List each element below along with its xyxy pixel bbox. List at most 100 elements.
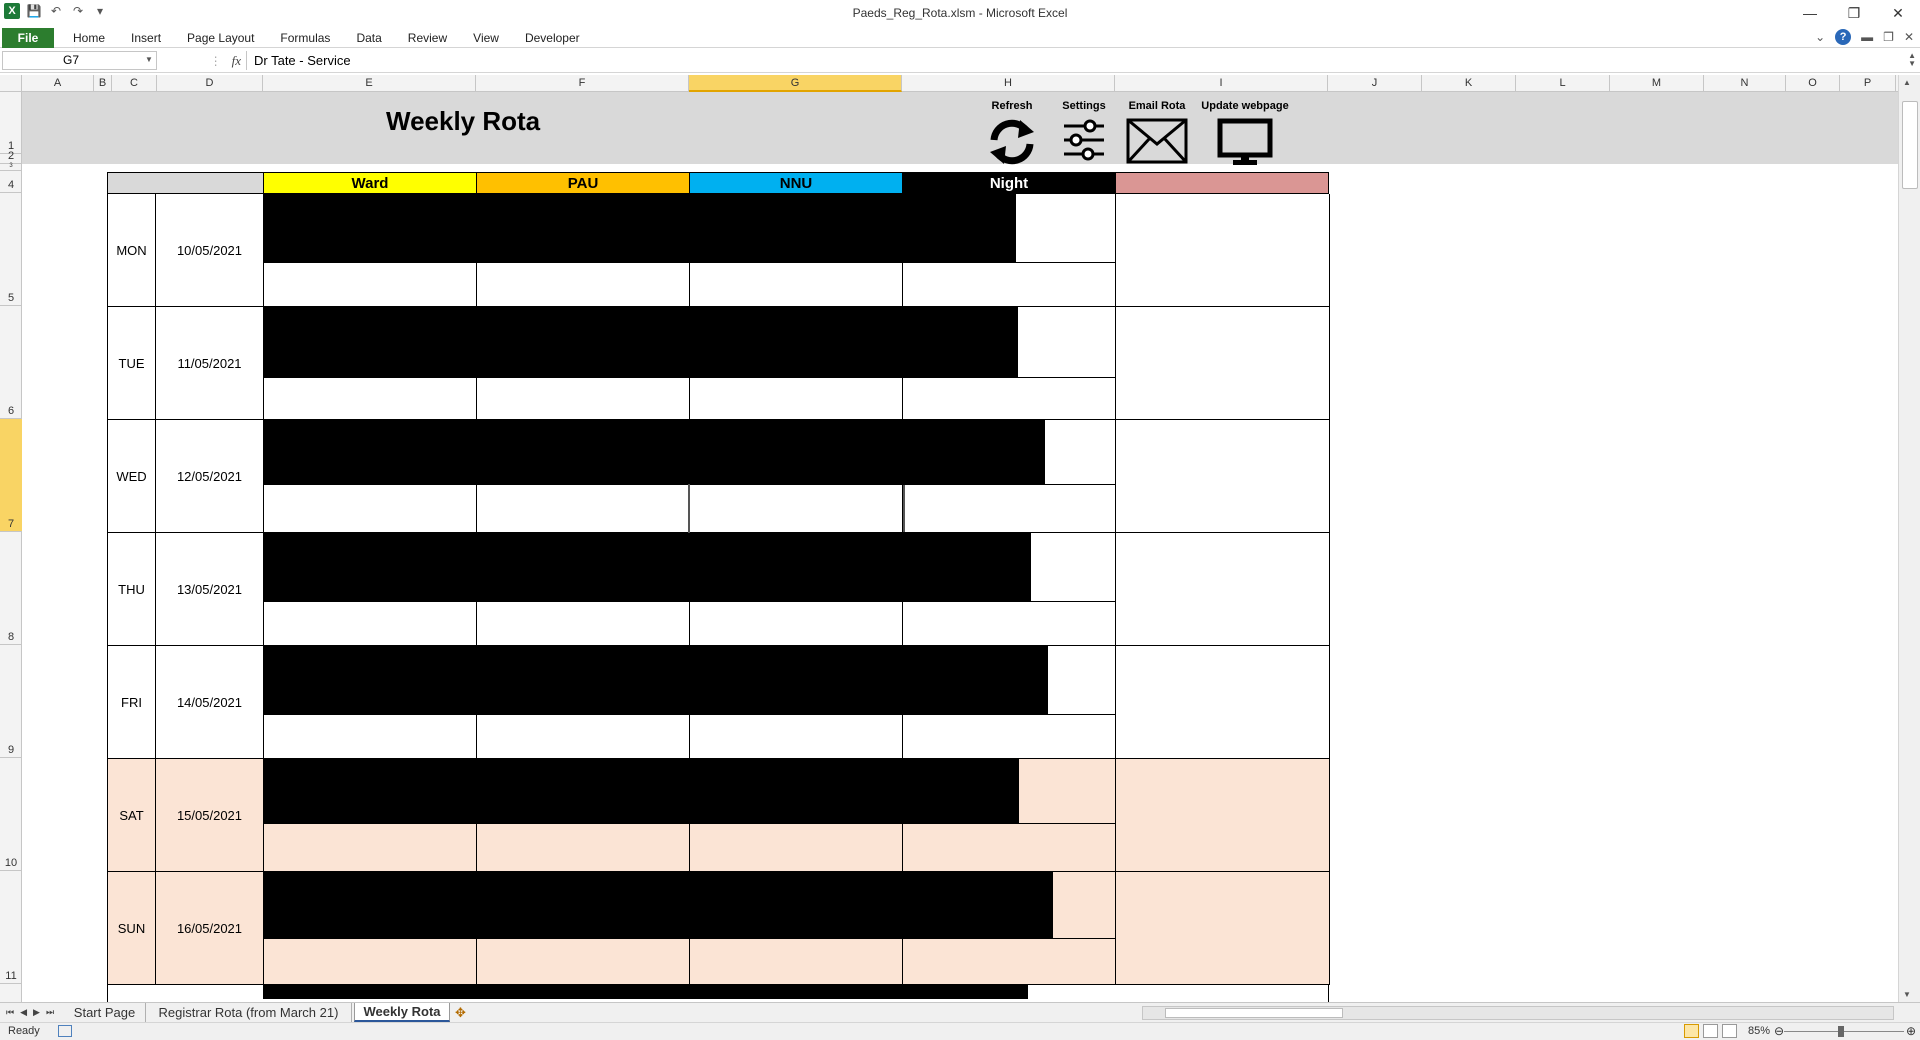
notes-cell[interactable] [1116,420,1330,533]
notes-cell[interactable] [1116,533,1330,646]
column-header-f[interactable]: F [476,75,689,92]
day-cell[interactable]: MON [108,194,156,307]
scroll-up-icon[interactable]: ▲ [1903,78,1911,87]
sheet-tab-start-page[interactable]: Start Page [64,1003,146,1022]
shift-cell[interactable] [903,823,1116,872]
column-header-h[interactable]: H [902,75,1115,92]
day-cell[interactable]: WED [108,420,156,533]
horizontal-scrollbar[interactable] [1142,1006,1894,1020]
header-nnu[interactable]: NNU [689,172,903,194]
shift-cell[interactable] [264,377,477,420]
zoom-level[interactable]: 85% [1748,1025,1770,1037]
column-header-a[interactable]: A [22,75,94,92]
shift-cell[interactable] [903,714,1116,759]
shift-cell[interactable] [690,601,903,646]
sheet-tab-weekly-rota[interactable]: Weekly Rota [354,1003,450,1022]
name-box-dropdown-icon[interactable]: ▼ [145,55,153,64]
column-header-n[interactable]: N [1704,75,1786,92]
row-header-11[interactable]: 11 [0,871,22,984]
row-header-4[interactable]: 4 [0,171,22,193]
shift-cell[interactable] [477,714,690,759]
shift-cell[interactable] [264,823,477,872]
shift-cell[interactable] [477,823,690,872]
formula-input[interactable]: Dr Tate - Service [246,51,1886,70]
shift-cell[interactable] [688,482,905,535]
row-header-8[interactable]: 8 [0,532,22,645]
shift-cell[interactable] [477,601,690,646]
first-sheet-icon[interactable]: ⏮ [6,1007,14,1018]
scroll-down-icon[interactable]: ▼ [1903,990,1911,999]
shift-cell[interactable] [477,377,690,420]
shift-cell[interactable] [903,262,1116,307]
shift-cell[interactable] [690,823,903,872]
ribbon-collapse-icon[interactable]: ⌄ [1815,30,1825,44]
day-cell[interactable]: SUN [108,872,156,985]
restore-button[interactable]: ❐ [1832,0,1876,26]
column-header-o[interactable]: O [1786,75,1840,92]
tab-developer[interactable]: Developer [512,31,593,45]
row-header-1[interactable]: 1 [0,92,22,154]
formula-bar-expand-icon[interactable]: ▲ ▼ [1908,52,1916,68]
shift-cell[interactable] [477,484,690,533]
column-header-m[interactable]: M [1610,75,1704,92]
page-break-view-button[interactable] [1722,1024,1737,1038]
header-pau[interactable]: PAU [476,172,690,194]
row-header-10[interactable]: 10 [0,758,22,871]
row-header-9[interactable]: 9 [0,645,22,758]
column-header-l[interactable]: L [1516,75,1610,92]
sheet-tab-registrar-rota[interactable]: Registrar Rota (from March 21) [146,1003,352,1022]
tab-insert[interactable]: Insert [118,31,174,45]
day-cell[interactable]: THU [108,533,156,646]
vertical-scroll-thumb[interactable] [1902,101,1918,189]
notes-cell[interactable] [1116,759,1330,872]
day-cell[interactable]: FRI [108,646,156,759]
zoom-in-icon[interactable]: ⊕ [1906,1024,1916,1038]
zoom-out-icon[interactable]: ⊖ [1774,1024,1784,1038]
workbook-restore-icon[interactable]: ❐ [1883,30,1894,44]
date-cell[interactable]: 15/05/2021 [156,759,264,872]
date-cell[interactable]: 12/05/2021 [156,420,264,533]
notes-cell[interactable] [1116,194,1330,307]
tab-formulas[interactable]: Formulas [267,31,343,45]
column-header-d[interactable]: D [157,75,263,92]
row-header-7[interactable]: 7 [0,419,22,532]
shift-cell[interactable] [477,262,690,307]
date-cell[interactable]: 16/05/2021 [156,872,264,985]
insert-sheet-icon[interactable]: ✥ [455,1005,466,1021]
shift-cell[interactable] [903,938,1116,985]
notes-cell[interactable] [1116,872,1330,985]
header-ward[interactable]: Ward [263,172,477,194]
insert-function-icon[interactable]: fx [232,53,241,69]
minimize-button[interactable]: — [1788,0,1832,26]
name-box[interactable]: G7 [2,51,157,70]
prev-sheet-icon[interactable]: ◀ [20,1007,27,1018]
date-cell[interactable]: 14/05/2021 [156,646,264,759]
column-header-j[interactable]: J [1328,75,1422,92]
tab-review[interactable]: Review [395,31,460,45]
zoom-slider[interactable] [1784,1031,1904,1032]
column-header-g[interactable]: G [689,75,902,92]
shift-cell[interactable] [903,601,1116,646]
row-header-6[interactable]: 6 [0,306,22,419]
date-cell[interactable]: 11/05/2021 [156,307,264,420]
normal-view-button[interactable] [1684,1024,1699,1038]
header-blank-cell[interactable] [107,172,264,194]
column-header-b[interactable]: B [94,75,112,92]
shift-cell[interactable] [903,377,1116,420]
day-cell[interactable]: TUE [108,307,156,420]
shift-cell[interactable] [264,714,477,759]
close-button[interactable]: ✕ [1876,0,1920,26]
row-header-5[interactable]: 5 [0,193,22,306]
column-header-e[interactable]: E [263,75,476,92]
vertical-scrollbar[interactable]: ▲ ▼ [1898,75,1920,1002]
notes-cell[interactable] [1116,307,1330,420]
date-cell[interactable]: 13/05/2021 [156,533,264,646]
workbook-close-icon[interactable]: ✕ [1904,30,1914,44]
notes-cell[interactable] [1116,646,1330,759]
date-cell[interactable]: 10/05/2021 [156,194,264,307]
settings-button[interactable]: Settings [1054,100,1114,162]
last-sheet-icon[interactable]: ⏭ [46,1007,54,1018]
shift-cell[interactable] [690,938,903,985]
shift-cell[interactable] [690,262,903,307]
macro-record-icon[interactable] [58,1025,72,1037]
